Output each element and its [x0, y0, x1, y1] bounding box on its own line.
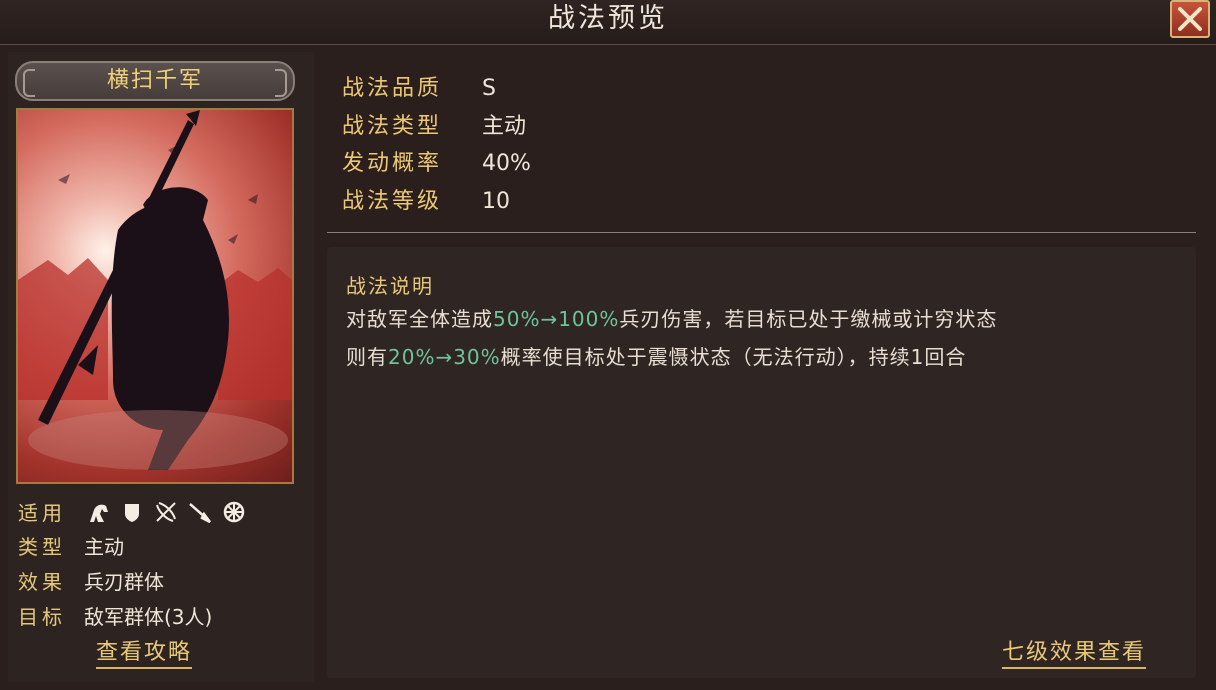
info-chance-value: 40%	[482, 151, 531, 176]
shield-icon	[120, 500, 144, 524]
siege-icon	[222, 500, 246, 524]
info-type-key: 战法类型	[342, 113, 443, 139]
attr-type-key: 类型	[18, 535, 66, 559]
desc-line1-damage-range: 50%→100%	[493, 307, 620, 331]
description-title: 战法说明	[346, 274, 434, 298]
info-quality-row: 战法品质 S	[342, 70, 531, 108]
attr-effect-row: 效果 兵刃群体	[18, 568, 164, 596]
desc-line2-suffix: 概率使目标处于震慑状态（无法行动），持续1回合	[500, 345, 967, 369]
ornament-right	[275, 69, 287, 97]
description-text: 对敌军全体造成50%→100%兵刃伤害，若目标已处于缴械或计穷状态 则有20%→…	[346, 300, 1186, 376]
close-icon	[1178, 7, 1202, 31]
troop-type-icons	[86, 500, 246, 524]
info-level-row: 战法等级 10	[342, 183, 531, 221]
attr-effect-value: 兵刃群体	[84, 570, 164, 594]
desc-line2-prefix: 则有	[346, 345, 388, 369]
attr-type-value: 主动	[84, 535, 124, 559]
bow-icon	[154, 500, 178, 524]
info-level-value: 10	[482, 188, 510, 214]
info-quality-key: 战法品质	[342, 76, 443, 101]
desc-line1-suffix: 兵刃伤害，若目标已处于缴械或计穷状态	[619, 307, 998, 331]
view-guide-link[interactable]: 查看攻略	[96, 639, 193, 669]
info-type-row: 战法类型 主动	[342, 108, 531, 146]
description-line-1: 对敌军全体造成50%→100%兵刃伤害，若目标已处于缴械或计穷状态	[346, 300, 1186, 338]
spear-icon	[188, 500, 212, 524]
attr-applicable-row: 适用	[18, 499, 84, 527]
desc-line1-prefix: 对敌军全体造成	[346, 307, 493, 331]
info-chance-row: 发动概率 40%	[342, 145, 531, 183]
skill-name-plate: 横扫千军	[15, 61, 295, 101]
attr-target-row: 目标 敌军群体(3人)	[18, 603, 212, 631]
skill-info-list: 战法品质 S 战法类型 主动 发动概率 40% 战法等级 10	[342, 70, 531, 220]
info-quality-value: S	[482, 76, 496, 101]
desc-line2-chance-range: 20%→30%	[388, 345, 501, 369]
close-button[interactable]	[1170, 0, 1210, 38]
attr-target-value: 敌军群体(3人)	[84, 605, 213, 629]
info-chance-key: 发动概率	[342, 151, 443, 176]
skill-artwork	[16, 108, 294, 484]
level7-effect-link[interactable]: 七级效果查看	[1002, 639, 1147, 669]
ornament-left	[23, 69, 35, 97]
horseman-silhouette	[18, 110, 292, 470]
info-type-value: 主动	[482, 113, 527, 139]
cavalry-icon	[86, 500, 110, 524]
info-level-key: 战法等级	[342, 188, 443, 214]
attr-effect-key: 效果	[18, 570, 66, 594]
skill-name: 横扫千军	[106, 68, 203, 93]
section-divider	[327, 232, 1196, 233]
page-title: 战法预览	[548, 3, 668, 34]
attr-type-row: 类型 主动	[18, 533, 124, 561]
attr-target-key: 目标	[18, 605, 66, 629]
top-bar: 战法预览	[0, 0, 1216, 45]
attr-applicable-key: 适用	[18, 501, 66, 525]
description-line-2: 则有20%→30%概率使目标处于震慑状态（无法行动），持续1回合	[346, 338, 1186, 376]
